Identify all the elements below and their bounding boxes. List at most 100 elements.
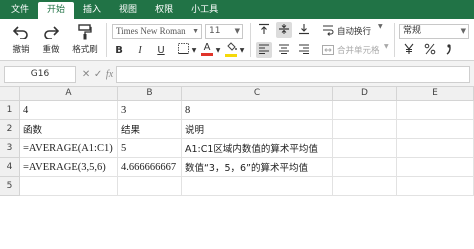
cell-d4[interactable]: [333, 158, 397, 177]
cell-c2[interactable]: 说明: [182, 120, 333, 139]
underline-button[interactable]: U: [153, 42, 169, 58]
chevron-down-icon: ▼: [239, 46, 245, 54]
align-top-button[interactable]: [256, 22, 272, 38]
undo-label: 撤销: [12, 45, 30, 55]
row-header-3[interactable]: 3: [0, 139, 20, 158]
currency-format-button[interactable]: [401, 42, 417, 58]
italic-button[interactable]: I: [132, 42, 148, 58]
cancel-icon[interactable]: ✕: [82, 69, 90, 80]
ribbon-divider: [394, 23, 395, 57]
align-left-button[interactable]: [256, 42, 272, 58]
cell-d2[interactable]: [333, 120, 397, 139]
row-header-1[interactable]: 1: [0, 101, 20, 120]
align-right-icon: [298, 44, 310, 57]
menu-tab-permissions[interactable]: 权限: [146, 2, 182, 19]
paintbrush-icon: [78, 21, 92, 43]
chevron-down-icon: ▼: [192, 27, 199, 35]
column-header-c[interactable]: C: [182, 87, 333, 101]
cell-a4[interactable]: =AVERAGE(3,5,6): [20, 158, 118, 177]
merge-cells-dropdown[interactable]: ▼: [384, 43, 389, 50]
align-top-icon: [258, 23, 270, 38]
ribbon-divider: [106, 23, 107, 57]
currency-icon: [403, 43, 415, 58]
wrap-text-button[interactable]: 自动换行: [337, 25, 371, 37]
format-painter-button[interactable]: 格式刷: [68, 21, 102, 59]
cell-e4[interactable]: [397, 158, 474, 177]
cell-a2[interactable]: 函数: [20, 120, 118, 139]
paint-bucket-icon: [226, 41, 237, 54]
formula-input[interactable]: [116, 66, 470, 83]
row-header-5[interactable]: 5: [0, 177, 20, 196]
redo-label: 重做: [42, 45, 60, 55]
cell-d1[interactable]: [333, 101, 397, 120]
number-format-value: 常规: [403, 26, 422, 36]
column-header-a[interactable]: A: [20, 87, 118, 101]
fx-icon[interactable]: fx: [106, 69, 113, 80]
column-header-e[interactable]: E: [397, 87, 474, 101]
wrap-text-dropdown[interactable]: ▼: [378, 23, 383, 30]
align-right-button[interactable]: [296, 42, 312, 58]
font-size-select[interactable]: 11 ▼: [205, 24, 243, 39]
fill-color-dropdown[interactable]: ▼: [238, 42, 246, 58]
menu-tab-tools[interactable]: 小工具: [182, 2, 227, 19]
row-header-2[interactable]: 2: [0, 120, 20, 139]
formula-controls: ✕ ✓ fx: [80, 66, 115, 83]
cell-a3[interactable]: =AVERAGE(A1:C1): [20, 139, 118, 158]
merge-cells-button[interactable]: 合并单元格: [337, 44, 380, 56]
font-color-dropdown[interactable]: ▼: [214, 42, 222, 58]
align-center-button[interactable]: [276, 42, 292, 58]
cell-b4[interactable]: 4.666666667: [118, 158, 182, 177]
cell-e1[interactable]: [397, 101, 474, 120]
cell-e2[interactable]: [397, 120, 474, 139]
chevron-down-icon: ▼: [215, 46, 221, 54]
chevron-down-icon: ▼: [460, 27, 466, 35]
select-all-corner[interactable]: [0, 87, 20, 101]
align-middle-button[interactable]: [276, 22, 292, 38]
chevron-down-icon: ▼: [378, 23, 383, 30]
row-header-4[interactable]: 4: [0, 158, 20, 177]
column-header-d[interactable]: D: [333, 87, 397, 101]
wrap-text-icon[interactable]: [320, 22, 336, 38]
font-color-button[interactable]: A: [199, 41, 215, 57]
redo-button[interactable]: 重做: [36, 21, 66, 59]
cell-b2[interactable]: 结果: [118, 120, 182, 139]
cell-e3[interactable]: [397, 139, 474, 158]
cell-c5[interactable]: [182, 177, 333, 196]
column-header-b[interactable]: B: [118, 87, 182, 101]
percent-icon: [424, 43, 436, 58]
undo-button[interactable]: 撤销: [6, 21, 36, 59]
border-button[interactable]: [175, 42, 191, 58]
cell-b1[interactable]: 3: [118, 101, 182, 120]
ribbon-toolbar: 撤销 重做 格式刷 Times New Roman ▼ 11 ▼ B I U ▼…: [0, 19, 474, 61]
name-box[interactable]: G16: [4, 66, 76, 83]
cell-b3[interactable]: 5: [118, 139, 182, 158]
format-painter-label: 格式刷: [72, 45, 98, 55]
align-left-icon: [258, 44, 270, 57]
fill-color-bar: [225, 53, 237, 57]
cell-a1[interactable]: 4: [20, 101, 118, 120]
cell-e5[interactable]: [397, 177, 474, 196]
cell-c4[interactable]: 数值“3，5，6”的算术平均值: [182, 158, 333, 177]
cell-b5[interactable]: [118, 177, 182, 196]
cell-a5[interactable]: [20, 177, 118, 196]
chevron-down-icon: ▼: [191, 46, 197, 54]
number-format-select[interactable]: 常规 ▼: [399, 24, 469, 39]
menu-tab-insert[interactable]: 插入: [74, 2, 110, 19]
cell-c1[interactable]: 8: [182, 101, 333, 120]
align-bottom-button[interactable]: [296, 22, 312, 38]
cell-d3[interactable]: [333, 139, 397, 158]
percent-format-button[interactable]: [422, 42, 438, 58]
bold-button[interactable]: B: [111, 42, 127, 58]
border-dropdown[interactable]: ▼: [190, 42, 198, 58]
cell-c3[interactable]: A1:C1区域内数值的算术平均值: [182, 139, 333, 158]
menu-tab-file[interactable]: 文件: [2, 2, 38, 19]
font-name-select[interactable]: Times New Roman ▼: [112, 24, 202, 39]
thousands-format-button[interactable]: [442, 42, 458, 58]
merge-cells-icon: [320, 42, 336, 58]
fill-color-button[interactable]: [223, 41, 239, 57]
cell-d5[interactable]: [333, 177, 397, 196]
menu-tab-view[interactable]: 视图: [110, 2, 146, 19]
font-size-value: 11: [209, 26, 221, 36]
menu-tab-home[interactable]: 开始: [38, 2, 75, 19]
confirm-icon[interactable]: ✓: [94, 69, 102, 80]
